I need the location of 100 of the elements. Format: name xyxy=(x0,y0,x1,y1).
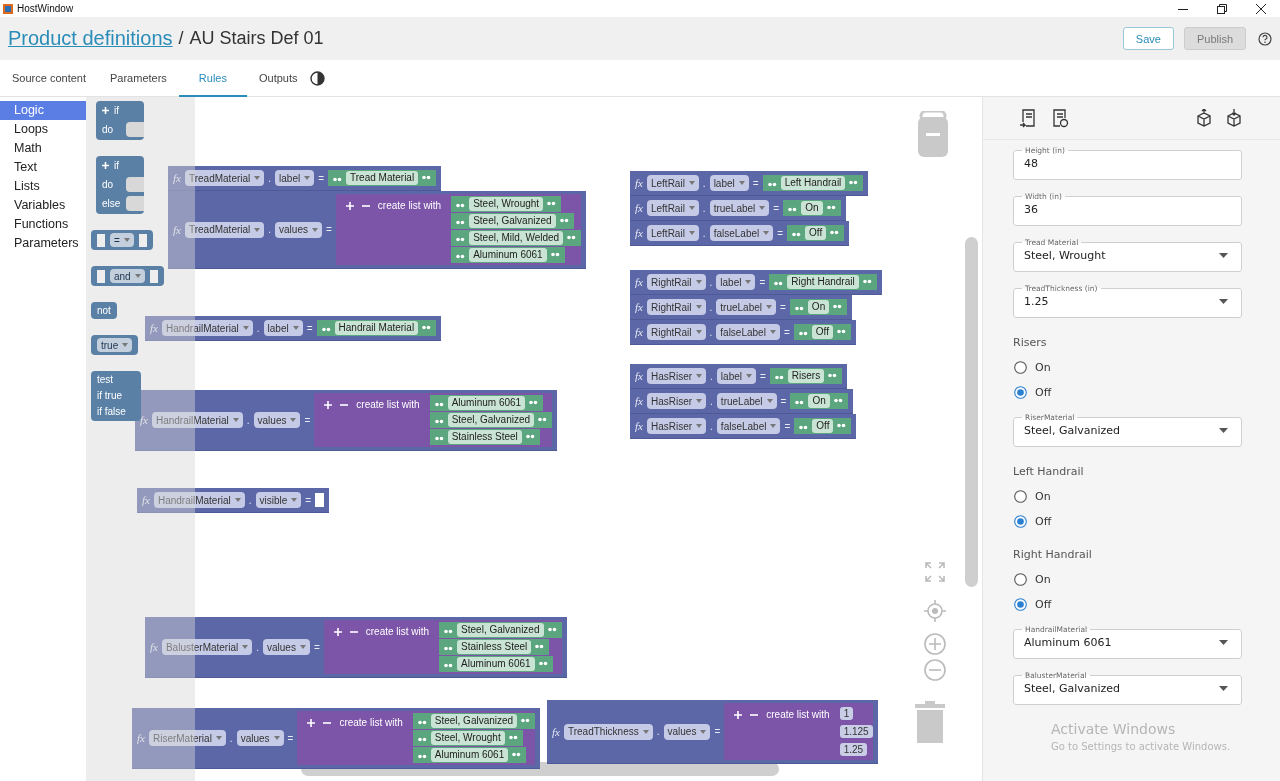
radio-button[interactable] xyxy=(1014,361,1027,374)
dropdown-field[interactable]: true xyxy=(97,338,133,352)
dropdown-field[interactable]: RightRail xyxy=(646,274,706,290)
text-value[interactable]: Steel, Galvanized xyxy=(457,623,544,637)
number-value[interactable]: 1 xyxy=(839,707,854,720)
if-block[interactable]: if do else xyxy=(96,156,144,214)
text-value[interactable]: Right Handrail xyxy=(787,275,859,289)
text-value[interactable]: Off xyxy=(811,325,833,339)
radio-button[interactable] xyxy=(1014,386,1027,399)
radio-label[interactable]: On xyxy=(1035,573,1051,586)
save-button[interactable]: Save xyxy=(1122,27,1174,50)
dropdown-field[interactable]: TreadMaterial xyxy=(184,221,265,238)
radio-button[interactable] xyxy=(1014,573,1027,586)
document-export-icon[interactable] xyxy=(1019,108,1037,128)
close-icon[interactable] xyxy=(1256,3,1266,14)
dropdown-field[interactable]: HandrailMaterial xyxy=(161,320,253,336)
dropdown-field[interactable]: label xyxy=(263,320,303,336)
dropdown-field[interactable]: values xyxy=(275,221,322,238)
dropdown-field[interactable]: and xyxy=(110,269,145,283)
text-value[interactable]: Aluminum 6061 xyxy=(457,657,535,671)
dropdown-field[interactable]: trueLabel xyxy=(709,200,770,216)
plus-icon[interactable] xyxy=(734,710,743,719)
logic-block[interactable]: and xyxy=(91,266,164,286)
text-value[interactable]: On xyxy=(808,394,830,408)
dropdown-field[interactable]: TreadMaterial xyxy=(184,170,265,186)
toolbox-category[interactable]: Parameters xyxy=(0,234,86,253)
dropdown-field[interactable]: values xyxy=(236,730,284,746)
tab[interactable]: Parameters xyxy=(98,60,179,97)
dropdown-field[interactable]: LeftRail xyxy=(646,200,699,216)
tab[interactable]: Source content xyxy=(0,60,98,97)
number-value[interactable]: 1.125 xyxy=(839,725,873,738)
dropdown-field[interactable]: HandrailMaterial xyxy=(153,492,245,508)
help-icon[interactable] xyxy=(1258,31,1272,46)
dropdown-field[interactable]: = xyxy=(110,233,134,247)
text-value[interactable]: Aluminum 6061 xyxy=(447,396,526,410)
text-value[interactable]: Stainless Steel xyxy=(447,430,522,444)
toolbox-category[interactable]: Variables xyxy=(0,196,86,215)
plus-icon[interactable] xyxy=(345,201,354,210)
text-value[interactable]: Steel, Galvanized xyxy=(447,413,535,427)
text-value[interactable]: Left Handrail xyxy=(780,176,846,190)
toolbox-category[interactable]: Loops xyxy=(0,120,86,139)
text-value[interactable]: Off xyxy=(805,226,827,240)
document-refresh-icon[interactable] xyxy=(1051,108,1069,128)
text-value[interactable]: On xyxy=(801,201,823,215)
dropdown-field[interactable]: LeftRail xyxy=(646,175,699,191)
plus-icon[interactable] xyxy=(333,627,342,636)
tab[interactable]: Outputs xyxy=(247,60,310,97)
if-block[interactable]: if do xyxy=(96,101,144,140)
dropdown-field[interactable]: values xyxy=(253,412,301,428)
dropdown-field[interactable]: RightRail xyxy=(646,324,706,340)
cube-import-icon[interactable] xyxy=(1226,109,1242,127)
toolbox-category[interactable]: Functions xyxy=(0,215,86,234)
dropdown-field[interactable]: LeftRail xyxy=(646,225,699,241)
dropdown-field[interactable]: falseLabel xyxy=(716,324,780,340)
radio-label[interactable]: Off xyxy=(1035,515,1052,528)
boolean-block[interactable]: true xyxy=(91,335,139,355)
radio-button[interactable] xyxy=(1014,490,1027,503)
dropdown-field[interactable]: HasRiser xyxy=(646,393,707,409)
dropdown-field[interactable]: label xyxy=(716,274,756,290)
radio-button[interactable] xyxy=(1014,515,1027,528)
text-value[interactable]: Risers xyxy=(787,369,825,383)
dropdown-field[interactable]: RightRail xyxy=(646,299,706,315)
dropdown-field[interactable]: values xyxy=(263,639,310,655)
toolbox-category[interactable]: Logic xyxy=(0,101,86,120)
text-value[interactable]: Steel, Galvanized xyxy=(430,714,518,728)
toolbox-category[interactable]: Text xyxy=(0,158,86,177)
dropdown-field[interactable]: label xyxy=(716,368,756,384)
toolbox-category[interactable]: Lists xyxy=(0,177,86,196)
dropdown-field[interactable]: falseLabel xyxy=(709,225,774,241)
number-value[interactable]: 1.25 xyxy=(839,743,868,756)
radio-button[interactable] xyxy=(1014,598,1027,611)
text-value[interactable]: Aluminum 6061 xyxy=(430,748,509,762)
text-value[interactable]: Steel, Wrought xyxy=(430,731,505,745)
text-value[interactable]: On xyxy=(807,300,830,314)
dropdown-field[interactable]: HasRiser xyxy=(646,368,707,384)
text-value[interactable]: Aluminum 6061 xyxy=(469,248,547,262)
plus-icon[interactable] xyxy=(324,400,333,409)
dropdown-field[interactable]: BalusterMaterial xyxy=(161,639,253,655)
text-value[interactable]: Steel, Galvanized xyxy=(469,214,556,228)
radio-label[interactable]: Off xyxy=(1035,598,1052,611)
restore-icon[interactable] xyxy=(1217,3,1227,14)
dropdown-field[interactable]: label xyxy=(709,175,749,191)
dropdown-field[interactable]: HasRiser xyxy=(646,418,707,434)
dropdown-field[interactable]: values xyxy=(663,723,711,740)
text-value[interactable]: Handrail Material xyxy=(334,321,419,335)
radio-label[interactable]: On xyxy=(1035,361,1051,374)
text-value[interactable]: Steel, Wrought xyxy=(469,197,544,211)
ternary-block[interactable]: test if true if false xyxy=(91,371,141,421)
tab[interactable]: Rules xyxy=(178,60,247,97)
compare-block[interactable]: = xyxy=(91,230,153,250)
dropdown-field[interactable]: falseLabel xyxy=(716,418,781,434)
cube-export-icon[interactable] xyxy=(1196,109,1212,127)
vertical-scrollbar[interactable] xyxy=(965,237,978,587)
text-value[interactable]: Off xyxy=(812,419,834,433)
dropdown-field[interactable]: trueLabel xyxy=(716,299,776,315)
not-block[interactable]: not xyxy=(91,302,117,319)
text-value[interactable]: Tread Material xyxy=(346,171,419,185)
text-value[interactable]: Stainless Steel xyxy=(457,640,532,654)
plus-icon[interactable] xyxy=(307,718,316,727)
toolbox-category[interactable]: Math xyxy=(0,139,86,158)
